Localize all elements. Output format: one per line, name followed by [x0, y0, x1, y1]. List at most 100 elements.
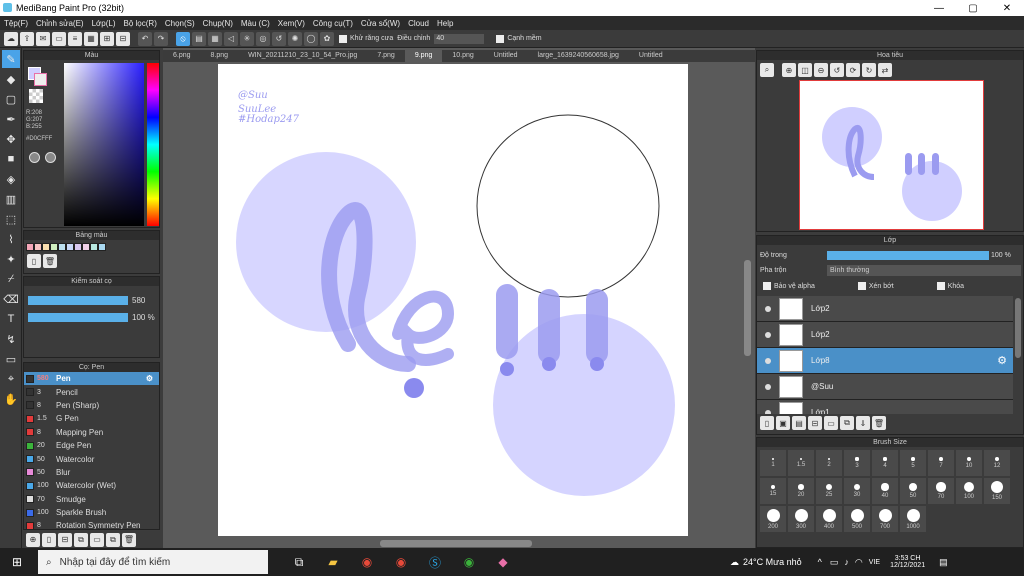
brush-size-option[interactable]: 10: [956, 450, 982, 476]
chrome-icon[interactable]: ◉: [356, 551, 378, 573]
zoom-actual-icon[interactable]: ◫: [798, 63, 812, 77]
folder-brush-icon[interactable]: ▭: [90, 532, 104, 547]
pen-tool-icon[interactable]: ✒: [2, 110, 20, 128]
layer-row[interactable]: Lớp8 ⚙: [757, 348, 1013, 374]
rotate-right-icon[interactable]: ↻: [862, 63, 876, 77]
brush-size-option[interactable]: 25: [816, 478, 842, 504]
weather-icon[interactable]: ☁: [730, 557, 739, 568]
brush-item[interactable]: 580 Pen ⚙: [24, 372, 159, 386]
eyedropper-tool-icon[interactable]: ⌖: [2, 370, 20, 388]
brush-size-option[interactable]: 7: [928, 450, 954, 476]
select-eraser-tool-icon[interactable]: ⌫: [2, 290, 20, 308]
menu-capture[interactable]: Chụp(N): [203, 19, 233, 28]
delete-brush-icon[interactable]: 🗑: [122, 532, 136, 547]
palette-swatch[interactable]: [26, 243, 34, 251]
add-brush-icon[interactable]: ⊕: [26, 532, 40, 547]
brush-item[interactable]: 100 Watercolor (Wet): [24, 479, 159, 492]
palette-swatch[interactable]: [82, 243, 90, 251]
maximize-button[interactable]: ▢: [956, 0, 990, 16]
palette-swatch[interactable]: [42, 243, 50, 251]
brush-item[interactable]: 8 Pen (Sharp): [24, 399, 159, 412]
close-button[interactable]: ✕: [990, 0, 1024, 16]
brush-opacity-slider[interactable]: [28, 313, 128, 322]
layer-visibility-eye-icon[interactable]: [765, 409, 771, 414]
bucket-tool-icon[interactable]: ◈: [2, 170, 20, 188]
menu-cloud[interactable]: Cloud: [408, 19, 429, 28]
clipping-checkbox[interactable]: [857, 282, 866, 290]
chrome-second-icon[interactable]: ◉: [458, 551, 480, 573]
task-view-icon[interactable]: ⧉: [288, 551, 310, 573]
parallel-snap-icon[interactable]: ▤: [192, 31, 206, 46]
layer-settings-gear-icon[interactable]: ⚙: [997, 354, 1007, 367]
brush-size-option[interactable]: 5: [900, 450, 926, 476]
comment-icon[interactable]: ✉: [36, 31, 50, 46]
brush-size-option[interactable]: 500: [844, 506, 870, 532]
hand-tool-icon[interactable]: ✋: [2, 390, 20, 408]
brush-item[interactable]: 100 Sparkle Brush: [24, 506, 159, 519]
navigator-preview[interactable]: [799, 80, 984, 230]
brush-size-option[interactable]: 100: [956, 478, 982, 504]
merge-layer-icon[interactable]: ⇓: [856, 416, 870, 430]
menu-select[interactable]: Chọn(S): [165, 19, 195, 28]
file-explorer-icon[interactable]: ▰: [322, 551, 344, 573]
menu-edit[interactable]: Chỉnh sửa(E): [36, 19, 84, 28]
delete-palette-icon[interactable]: 🗑: [43, 254, 57, 268]
lock-checkbox[interactable]: [936, 282, 945, 290]
brush-size-option[interactable]: 3: [844, 450, 870, 476]
layer-list-scrollbar[interactable]: [1015, 298, 1021, 358]
hue-slider[interactable]: [147, 63, 159, 226]
duplicate-brush-icon[interactable]: ⧉: [106, 532, 120, 547]
notifications-icon[interactable]: ▤: [939, 557, 948, 568]
duplicate-layer-icon[interactable]: ⧉: [840, 416, 854, 430]
layer-visibility-eye-icon[interactable]: [765, 383, 771, 390]
network-icon[interactable]: ▭: [830, 557, 839, 568]
canvas-horizontal-scrollbar[interactable]: [380, 540, 532, 547]
brush-item[interactable]: 20 Edge Pen: [24, 439, 159, 452]
color-picker-icon[interactable]: [45, 152, 56, 163]
fill-rect-tool-icon[interactable]: ■: [2, 150, 20, 168]
rotate-left-icon[interactable]: ↺: [830, 63, 844, 77]
document-tab[interactable]: 6.png: [163, 50, 201, 62]
brush-size-option[interactable]: 12: [984, 450, 1010, 476]
layout-icon[interactable]: ⊟: [116, 31, 130, 46]
copy-brush-icon[interactable]: ⧉: [74, 532, 88, 547]
windows-start-icon[interactable]: ⊞: [6, 551, 28, 573]
new-color-layer-icon[interactable]: ▣: [776, 416, 790, 430]
transparent-color-swatch[interactable]: [29, 89, 43, 103]
curve-snap-icon[interactable]: ↺: [272, 31, 286, 46]
wifi-icon[interactable]: ◠: [855, 557, 863, 568]
brush-size-option[interactable]: 1000: [900, 506, 926, 532]
brush-size-slider[interactable]: [28, 296, 128, 305]
snap-off-icon[interactable]: ⦸: [176, 31, 190, 46]
layer-visibility-eye-icon[interactable]: [765, 331, 771, 338]
document-tab[interactable]: WIN_20211210_23_10_54_Pro.jpg: [238, 50, 367, 62]
layer-row[interactable]: Lớp2: [757, 322, 1013, 348]
brush-item[interactable]: 50 Watercolor: [24, 452, 159, 465]
new-8bit-layer-icon[interactable]: ▤: [792, 416, 806, 430]
palette-swatch[interactable]: [98, 243, 106, 251]
delete-layer-icon[interactable]: 🗑: [872, 416, 886, 430]
grid-icon[interactable]: ⊞: [100, 31, 114, 46]
tray-arrow-icon[interactable]: ^: [818, 557, 822, 567]
select-tool-icon[interactable]: ⬚: [2, 210, 20, 228]
document-tab[interactable]: 10.png: [442, 50, 483, 62]
color-wheel-icon[interactable]: [29, 152, 40, 163]
palette-swatch[interactable]: [58, 243, 66, 251]
menu-filter[interactable]: Bộ lọc(R): [124, 19, 157, 28]
layer-visibility-eye-icon[interactable]: [765, 305, 771, 312]
palette-swatch[interactable]: [34, 243, 42, 251]
text-tool-icon[interactable]: T: [2, 310, 20, 328]
lasso-tool-icon[interactable]: ⌇: [2, 230, 20, 248]
brush-item[interactable]: 70 Smudge: [24, 493, 159, 506]
brush-tool-icon[interactable]: ✎: [2, 50, 20, 68]
brush-settings-gear-icon[interactable]: ⚙: [146, 374, 153, 383]
document-tab[interactable]: Untitled: [484, 50, 528, 62]
magic-wand-tool-icon[interactable]: ✦: [2, 250, 20, 268]
document-tab[interactable]: large_1639240560658.jpg: [528, 50, 629, 62]
brush-size-option[interactable]: 30: [844, 478, 870, 504]
taskbar-search[interactable]: ⌕ Nhập tại đây để tìm kiếm: [38, 550, 268, 574]
zoom-out-icon[interactable]: ⊖: [814, 63, 828, 77]
circle-snap-icon[interactable]: ◎: [256, 31, 270, 46]
new-layer-icon[interactable]: ▯: [760, 416, 774, 430]
brush-size-option[interactable]: 1: [760, 450, 786, 476]
